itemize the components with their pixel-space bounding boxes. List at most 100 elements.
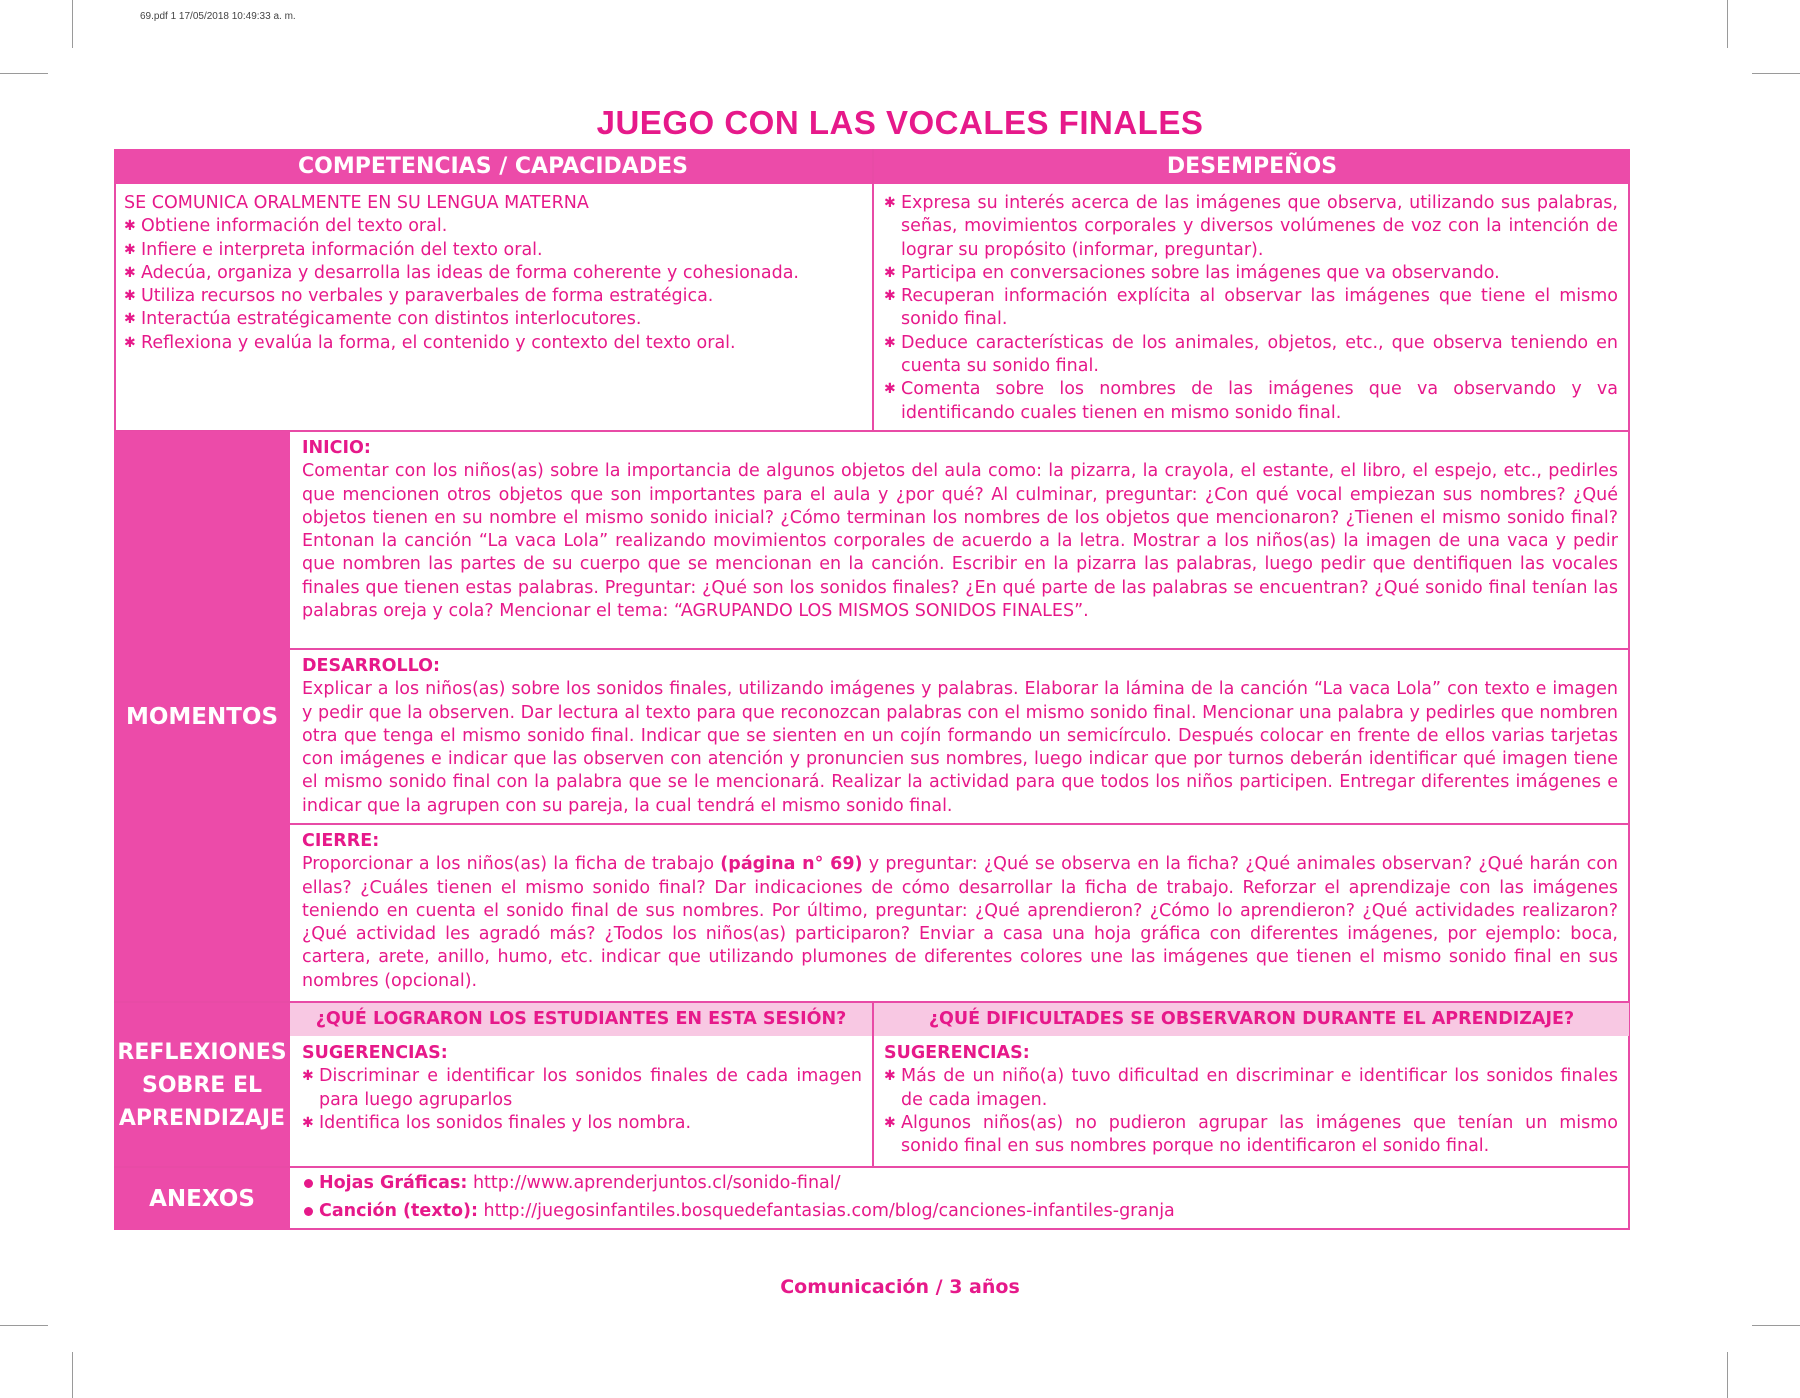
sugerencias-title: SUGERENCIAS: <box>302 1043 448 1063</box>
asterisk-icon: ✱ <box>884 334 896 351</box>
list-item: ✱ Más de un niño(a) tuvo dificultad en di… <box>884 1065 1618 1112</box>
asterisk-icon: ✱ <box>302 1114 314 1131</box>
dificultades-list: ✱ Más de un niño(a) tuvo dificultad en di… <box>884 1065 1618 1158</box>
cierre-text-part: Proporcionar a los niños(as) la ficha de… <box>302 854 721 875</box>
print-slug: 69.pdf 1 17/05/2018 10:49:33 a. m. <box>140 11 296 22</box>
asterisk-icon: ✱ <box>124 288 136 305</box>
asterisk-icon: ✱ <box>884 195 896 211</box>
asterisk-icon: ✱ <box>124 218 136 235</box>
asterisk-icon: ✱ <box>884 381 896 398</box>
anexo-item: Hojas Gráficas: http://www.aprenderjunto… <box>304 1173 841 1193</box>
desempeno-text: Expresa su interés acerca de las imágene… <box>901 193 1618 260</box>
list-item: ✱ Identifica los sonidos finales y los no… <box>302 1112 862 1135</box>
page-footer: Comunicación / 3 años <box>780 1276 1020 1298</box>
header-competencias: COMPETENCIAS / CAPACIDADES <box>114 149 872 184</box>
question-dificultades: ¿QUÉ DIFICULTADES SE OBSERVARON DURANTE … <box>874 1003 1629 1036</box>
sugerencia-text: Más de un niño(a) tuvo dificultad en dis… <box>901 1066 1618 1110</box>
anexo-item: Canción (texto): http://juegosinfantiles… <box>304 1201 1175 1221</box>
crop-mark <box>0 73 48 74</box>
list-item: ✱ Obtiene información del texto oral. <box>124 215 864 238</box>
desempeno-text: Deduce características de los animales, … <box>901 332 1618 377</box>
anexo-link[interactable]: http://www.aprenderjuntos.cl/sonido-fina… <box>473 1173 841 1193</box>
anexos-label: ANEXOS <box>114 1168 290 1230</box>
crop-mark <box>1727 0 1728 48</box>
sugerencia-text: Identifica los sonidos finales y los nom… <box>319 1112 692 1133</box>
list-item: ✱ Comenta sobre los nombres de las imágen… <box>884 378 1618 425</box>
asterisk-icon: ✱ <box>884 264 896 281</box>
inicio-text: Comentar con los niños(as) sobre la impo… <box>302 461 1618 622</box>
cierre-text: Proporcionar a los niños(as) la ficha de… <box>302 853 1618 993</box>
competencia-heading: SE COMUNICA ORALMENTE EN SU LENGUA MATER… <box>124 193 589 213</box>
cierre-title: CIERRE: <box>302 831 380 851</box>
list-item: ✱ Infiere e interpreta información del te… <box>124 239 864 262</box>
list-item: ✱ Deduce características de los animales,… <box>884 332 1618 379</box>
list-item: ✱ Utiliza recursos no verbales y paraverb… <box>124 285 864 308</box>
asterisk-icon: ✱ <box>884 1068 896 1085</box>
logros-list: ✱ Discriminar e identificar los sonidos f… <box>302 1065 862 1135</box>
crop-mark <box>1727 1352 1728 1398</box>
asterisk-icon: ✱ <box>884 288 896 305</box>
row-divider <box>290 648 1630 650</box>
crop-mark <box>72 1352 73 1398</box>
bullet-icon <box>304 1206 313 1216</box>
column-divider <box>872 149 874 431</box>
list-item: ✱ Participa en conversaciones sobre las i… <box>884 262 1618 285</box>
asterisk-icon: ✱ <box>124 241 136 258</box>
list-item: ✱ Interactúa estratégicamente con distint… <box>124 308 864 331</box>
desempeno-text: Comenta sobre los nombres de las imágene… <box>901 379 1618 423</box>
list-item: ✱ Adecúa, organiza y desarrolla las ideas… <box>124 262 864 285</box>
anexo-link[interactable]: http://juegosinfantiles.bosquedefantasia… <box>484 1201 1175 1221</box>
dificultades-cell: SUGERENCIAS: ✱ Más de un niño(a) tuvo dif… <box>884 1042 1618 1158</box>
desempeno-text: Participa en conversaciones sobre las im… <box>901 262 1500 283</box>
asterisk-icon: ✱ <box>884 1114 896 1131</box>
anexo-label: Canción (texto): <box>319 1201 478 1221</box>
momentos-label: MOMENTOS <box>114 431 290 1002</box>
cierre-cell: CIERRE: Proporcionar a los niños(as) la … <box>302 830 1618 993</box>
sugerencia-text: Algunos niños(as) no pudieron agrupar la… <box>901 1112 1618 1157</box>
capacidad-text: Adecúa, organiza y desarrolla las ideas … <box>141 262 799 283</box>
inicio-cell: INICIO: Comentar con los niños(as) sobre… <box>302 437 1618 623</box>
row-divider <box>290 823 1630 825</box>
capacidad-text: Interactúa estratégicamente con distinto… <box>141 309 642 330</box>
question-logros: ¿QUÉ LOGRARON LOS ESTUDIANTES EN ESTA SE… <box>290 1003 872 1036</box>
crop-mark <box>1752 1325 1800 1326</box>
asterisk-icon: ✱ <box>124 334 136 351</box>
logros-cell: SUGERENCIAS: ✱ Discriminar e identificar … <box>302 1042 862 1135</box>
row-divider <box>114 430 1630 432</box>
crop-mark <box>1752 73 1800 74</box>
list-item: ✱ Reflexiona y evalúa la forma, el conten… <box>124 332 864 355</box>
capacidad-text: Infiere e interpreta información del tex… <box>141 239 543 260</box>
asterisk-icon: ✱ <box>302 1068 314 1085</box>
list-item: ✱ Recuperan información explícita al obse… <box>884 285 1618 332</box>
sugerencias-title: SUGERENCIAS: <box>884 1043 1030 1063</box>
desarrollo-cell: DESARROLLO: Explicar a los niños(as) sob… <box>302 655 1618 818</box>
cierre-text-part: y preguntar: ¿Qué se observa en la ficha… <box>302 854 1619 991</box>
desempenos-cell: ✱ Expresa su interés acerca de las imágen… <box>884 192 1618 425</box>
desempeno-text: Recuperan información explícita al obser… <box>901 286 1618 330</box>
list-item: ✱ Discriminar e identificar los sonidos f… <box>302 1065 862 1112</box>
capacidad-text: Utiliza recursos no verbales y paraverba… <box>141 286 714 307</box>
inicio-title: INICIO: <box>302 438 371 458</box>
capacidad-text: Obtiene información del texto oral. <box>141 216 448 237</box>
desarrollo-text: Explicar a los niños(as) sobre los sonid… <box>302 679 1618 816</box>
column-divider <box>872 1003 874 1167</box>
bullet-icon <box>304 1178 313 1188</box>
anexo-label: Hojas Gráficas: <box>319 1173 468 1193</box>
list-item: ✱ Algunos niños(as) no pudieron agrupar l… <box>884 1112 1618 1159</box>
desarrollo-title: DESARROLLO: <box>302 656 441 676</box>
capacidad-text: Reflexiona y evalúa la forma, el conteni… <box>141 332 736 353</box>
capacidades-list: ✱ Obtiene información del texto oral. ✱ In… <box>124 215 864 355</box>
reflexiones-label: REFLEXIONES SOBRE EL APRENDIZAJE <box>114 1003 290 1167</box>
header-desempenos: DESEMPEÑOS <box>874 149 1630 184</box>
sugerencia-text: Discriminar e identificar los sonidos fi… <box>319 1066 862 1110</box>
cierre-page-ref: (página n° 69) <box>720 854 863 875</box>
row-divider <box>114 1166 1630 1168</box>
list-item: ✱ Expresa su interés acerca de las imágen… <box>884 192 1618 262</box>
page-title: JUEGO CON LAS VOCALES FINALES <box>596 104 1204 141</box>
competencias-cell: SE COMUNICA ORALMENTE EN SU LENGUA MATER… <box>124 192 864 355</box>
crop-mark <box>72 0 73 48</box>
asterisk-icon: ✱ <box>124 264 136 281</box>
desempenos-list: ✱ Expresa su interés acerca de las imágen… <box>884 192 1618 425</box>
asterisk-icon: ✱ <box>124 311 136 328</box>
crop-mark <box>0 1325 48 1326</box>
